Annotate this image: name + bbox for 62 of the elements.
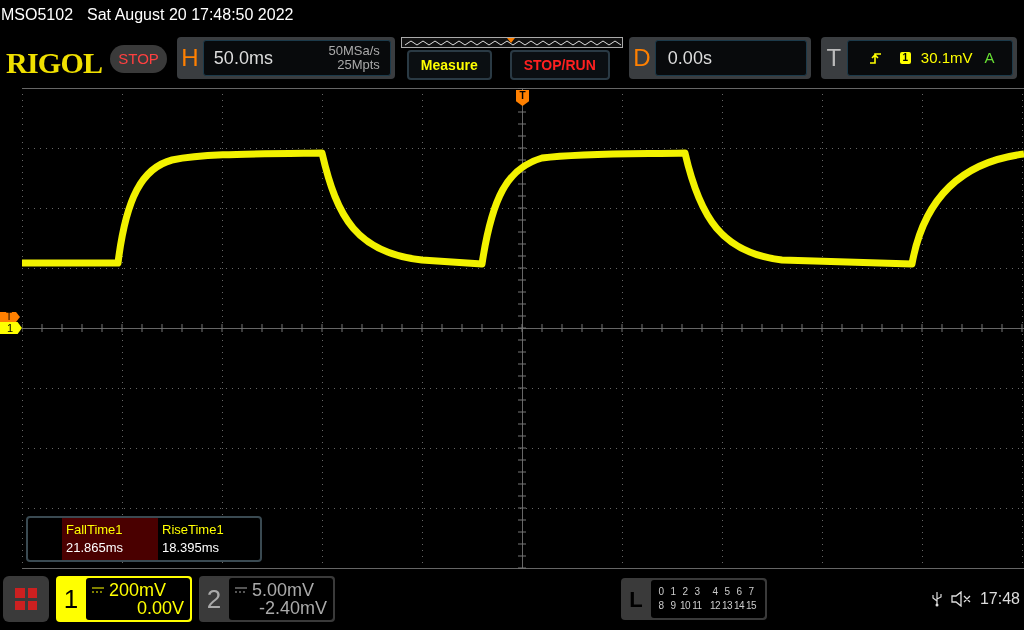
clock-time: 17:48 [979, 589, 1020, 609]
logic-channel-number: 0 [657, 585, 665, 599]
logic-channel-number: 4 [711, 585, 719, 599]
measurement-value: 18.395ms [162, 541, 221, 555]
stop-run-button[interactable]: STOP/RUN [509, 50, 610, 80]
delay-value: 0.00s [667, 46, 712, 70]
usb-icon [931, 591, 942, 607]
logic-channel-number: 12 [709, 599, 721, 613]
channel-number: 2 [205, 582, 223, 616]
logic-channel-number: 11 [691, 599, 703, 613]
menu-square-icon [15, 588, 25, 598]
menu-button[interactable] [3, 576, 49, 622]
logic-channel-number: 9 [669, 599, 677, 613]
logic-channel-number: 15 [745, 599, 757, 613]
vertical-scale: 5.00mV [252, 581, 315, 599]
measurement-item[interactable]: FallTime1 21.865ms [62, 518, 158, 560]
measurement-name: FallTime1 [66, 523, 124, 537]
logic-channel-number: 8 [657, 599, 665, 613]
measurement-name: RiseTime1 [162, 523, 225, 537]
logic-panel[interactable]: L 0 1 2 3 4 5 6 7 8 9 10 11 12 13 14 15 [621, 578, 767, 620]
memory-depth: 25Mpts [337, 58, 380, 72]
trigger-source-badge: 1 [899, 52, 911, 64]
logic-channel-number: 5 [723, 585, 731, 599]
logic-channel-number: 3 [693, 585, 701, 599]
sample-rate: 50MSa/s [328, 44, 380, 58]
run-state-indicator: STOP [110, 45, 167, 73]
logo: RIGOL [6, 45, 103, 81]
trigger-position-marker: T [516, 90, 529, 106]
trigger-level: 30.1mV [920, 47, 973, 68]
trigger-label: T [825, 43, 843, 73]
trigger-mode: A [984, 47, 995, 68]
channel-marker: 1 [0, 322, 22, 334]
dc-coupling-icon [235, 587, 247, 593]
logic-channel-number: 6 [735, 585, 743, 599]
channel-panel[interactable]: 1 200mV 0.00V [56, 576, 192, 622]
model-name: MSO5102 [1, 5, 74, 25]
logic-channel-number: 10 [679, 599, 691, 613]
measurement-item[interactable]: RiseTime1 18.395ms [158, 518, 254, 560]
muted-speaker-icon [949, 591, 972, 607]
timebase-value: 50.0ms [213, 46, 273, 70]
menu-square-icon [27, 600, 37, 610]
menu-square-icon [27, 588, 37, 598]
logic-label: L [628, 585, 644, 614]
logic-channel-number: 1 [669, 585, 677, 599]
channel-number: 1 [62, 582, 80, 616]
menu-square-icon [15, 600, 25, 610]
logic-channel-number: 14 [733, 599, 745, 613]
trigger-level-marker: T [0, 312, 20, 322]
vertical-offset: 0.00V [136, 599, 184, 617]
vertical-offset: -2.40mV [258, 599, 327, 617]
horizontal-label: H [180, 43, 200, 73]
logic-channel-number: 13 [721, 599, 733, 613]
logic-channel-number: 7 [747, 585, 755, 599]
dc-coupling-icon [92, 587, 104, 593]
measure-button[interactable]: Measure [406, 50, 492, 80]
measurement-value: 21.865ms [66, 541, 125, 555]
date-time: Sat August 20 17:48:50 2022 [87, 5, 294, 25]
vertical-scale: 200mV [109, 581, 167, 599]
logic-channel-number: 2 [681, 585, 689, 599]
delay-label: D [632, 43, 652, 73]
rising-edge-icon [869, 52, 882, 64]
channel-panel[interactable]: 2 5.00mV -2.40mV [199, 576, 335, 622]
